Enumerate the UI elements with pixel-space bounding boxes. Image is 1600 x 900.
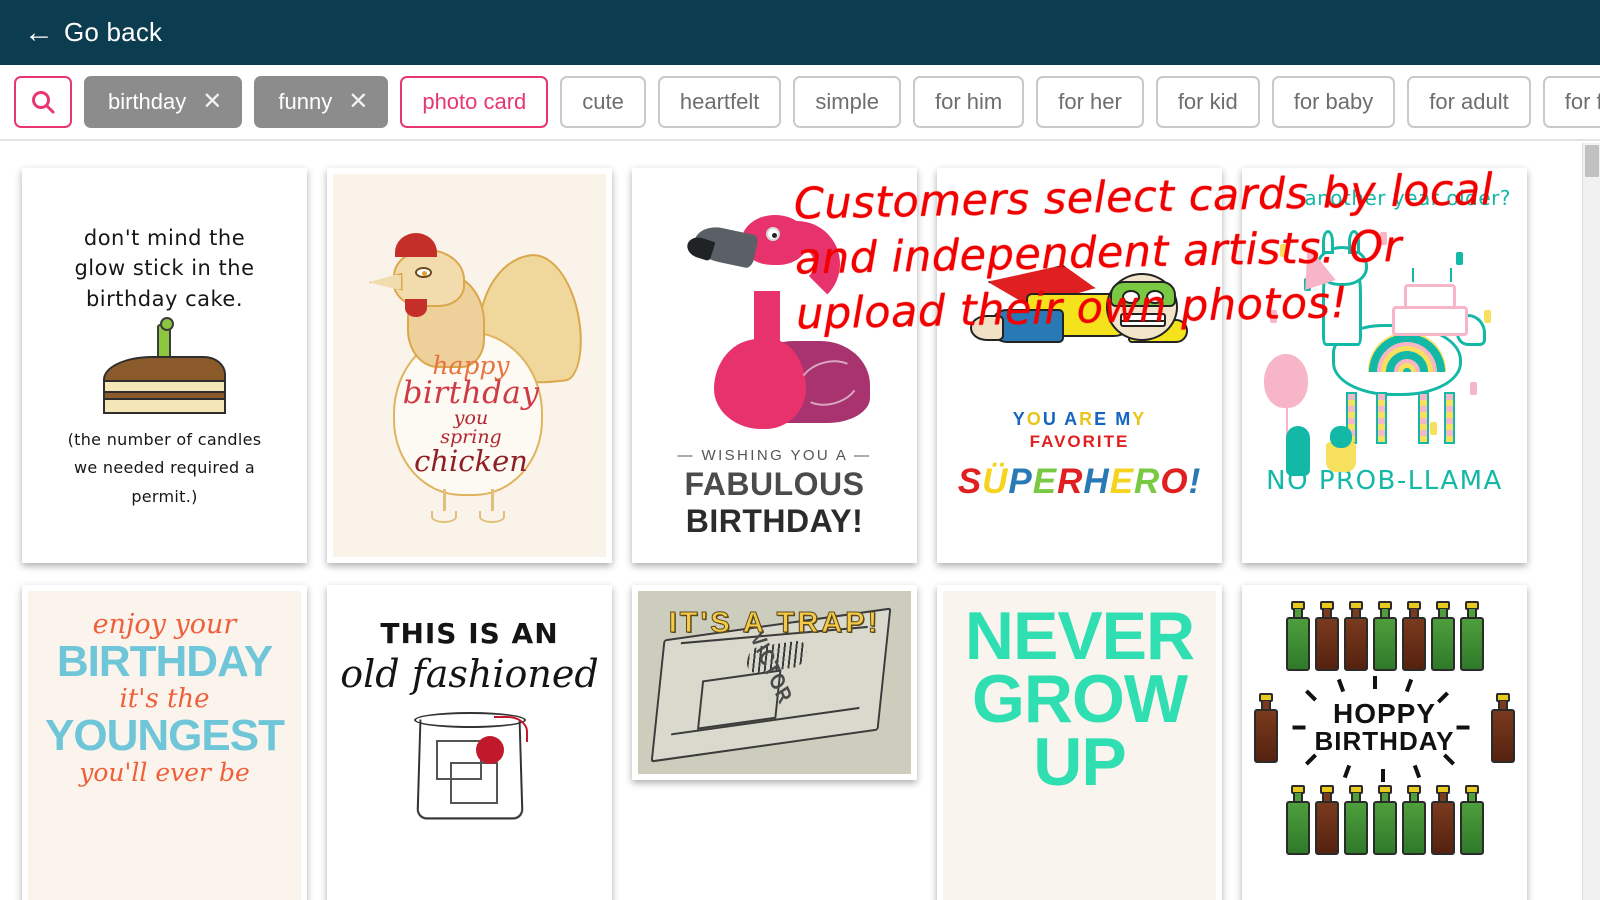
go-back-button[interactable]: ← Go back [24,17,162,48]
card-artwork: THIS IS AN old fashioned [333,591,606,900]
card-text-line: THIS IS AN [380,617,559,650]
scrollbar-thumb[interactable] [1585,145,1599,177]
card-text-line: BIRTHDAY! [685,503,864,539]
filter-chip-for-baby[interactable]: for baby [1271,76,1396,128]
card-artwork: enjoy your BIRTHDAY it's the YOUNGEST yo… [28,591,301,900]
filter-chip-for-him[interactable]: for him [912,76,1025,128]
card-artwork: HOPPY BIRTHDAY [1248,591,1521,900]
card-text-line: — WISHING YOU A — [677,447,872,464]
card-text-line: YOU ARE MY [1012,409,1147,429]
card-fabulous-flamingo[interactable]: — WISHING YOU A — FABULOUS BIRTHDAY! [632,168,917,563]
beer-bottle-row [1248,783,1521,855]
filter-chip-for-family[interactable]: for family [1542,76,1600,128]
vertical-scrollbar[interactable] [1582,143,1600,900]
card-enjoy-your-birthday[interactable]: enjoy your BIRTHDAY it's the YOUNGEST yo… [22,585,307,900]
card-text-line: you'll ever be [79,758,250,787]
filter-chip-heartfelt[interactable]: heartfelt [657,76,782,128]
card-text-line: birthday [402,374,540,411]
filter-chip-for-adult[interactable]: for adult [1407,76,1531,128]
card-text-line: old fashioned [340,652,599,696]
close-icon[interactable]: ✕ [348,90,368,114]
card-favorite-superhero[interactable]: YOU ARE MY FAVORITE SÜPERHERO! [937,168,1222,563]
card-text-line: BIRTHDAY [56,637,273,686]
card-text-line: glow stick in the [74,256,255,281]
card-text-line: another year older? [1304,186,1511,210]
superhero-illustration [960,257,1200,387]
card-artwork: happy birthday you spring chicken [333,174,606,557]
card-text-line: don't mind the [83,225,246,250]
close-icon[interactable]: ✕ [202,90,222,114]
card-text-line: happy [432,350,510,380]
filter-chip-bar[interactable]: birthday ✕ funny ✕ photo card cute heart… [0,65,1600,141]
card-grid: don't mind the glow stick in the birthda… [22,168,1532,900]
flamingo-illustration [670,191,880,441]
card-its-a-trap[interactable]: VICTOR IT'S A TRAP! [632,585,917,780]
llama-illustration [1260,214,1510,476]
card-text-line: permit.) [131,486,198,506]
card-artwork: don't mind the glow stick in the birthda… [28,174,301,557]
card-text-line: UP [1033,724,1126,801]
card-text-line: you [453,406,489,429]
card-artwork: YOU ARE MY FAVORITE SÜPERHERO! [943,174,1216,557]
card-artwork: another year older? NO PROB-LLAMA [1248,174,1521,557]
search-icon [32,91,55,114]
card-old-fashioned[interactable]: THIS IS AN old fashioned [327,585,612,900]
filter-chip-for-her[interactable]: for her [1036,76,1144,128]
card-never-grow-up[interactable]: NEVER GROW UP [937,585,1222,900]
card-glow-stick-cake[interactable]: don't mind the glow stick in the birthda… [22,168,307,563]
chip-label: funny [278,89,333,114]
card-text-line: it's the [119,684,210,714]
card-text-line: FABULOUS [684,466,865,502]
card-artwork: — WISHING YOU A — FABULOUS BIRTHDAY! [638,174,911,557]
back-arrow-icon: ← [24,15,54,49]
card-text-line: GROW [971,661,1188,738]
beer-bottle-row [1248,599,1521,671]
card-text-line: enjoy your [92,609,237,640]
card-text-line: SÜPERHERO! [957,462,1202,501]
card-no-prob-llama[interactable]: another year older? NO PROB-LLAMA [1242,168,1527,563]
search-button[interactable] [14,76,72,128]
cake-slice-icon [97,317,232,419]
go-back-label: Go back [64,17,163,47]
filter-chip-photo-card[interactable]: photo card [400,76,549,128]
chip-label: birthday [108,89,187,114]
filter-chip-cute[interactable]: cute [560,76,646,128]
card-text-line: BIRTHDAY [1314,726,1455,756]
chicken-illustration: happy birthday you spring chicken [365,211,587,523]
card-text-line: IT'S A TRAP! [668,607,881,640]
card-artwork: VICTOR IT'S A TRAP! [638,591,911,774]
card-text-line: we needed required a [73,458,255,478]
card-hoppy-birthday[interactable]: HOPPY BIRTHDAY [1242,585,1527,900]
cocktail-glass-icon [410,710,530,820]
card-text-line: YOUNGEST [45,711,285,760]
card-text-line: birthday cake. [85,286,244,311]
filter-chip-birthday[interactable]: birthday ✕ [84,76,243,128]
card-text-line: NEVER [964,598,1195,674]
card-results-region: don't mind the glow stick in the birthda… [0,143,1600,900]
card-text-line: FAVORITE [1029,432,1130,451]
beer-bottle-row: HOPPY BIRTHDAY [1248,671,1521,783]
card-spring-chicken[interactable]: happy birthday you spring chicken [327,168,612,563]
card-text-line: chicken [414,443,528,478]
top-navigation-bar: ← Go back [0,0,1600,65]
hoppy-burst-badge: HOPPY BIRTHDAY [1292,676,1475,782]
filter-chip-for-kid[interactable]: for kid [1155,76,1260,128]
card-artwork: NEVER GROW UP [943,591,1216,900]
card-text-line: (the number of candles [67,430,262,450]
filter-chip-funny[interactable]: funny ✕ [254,76,389,128]
card-text-line: HOPPY [1332,698,1437,729]
filter-chip-simple[interactable]: simple [793,76,901,128]
